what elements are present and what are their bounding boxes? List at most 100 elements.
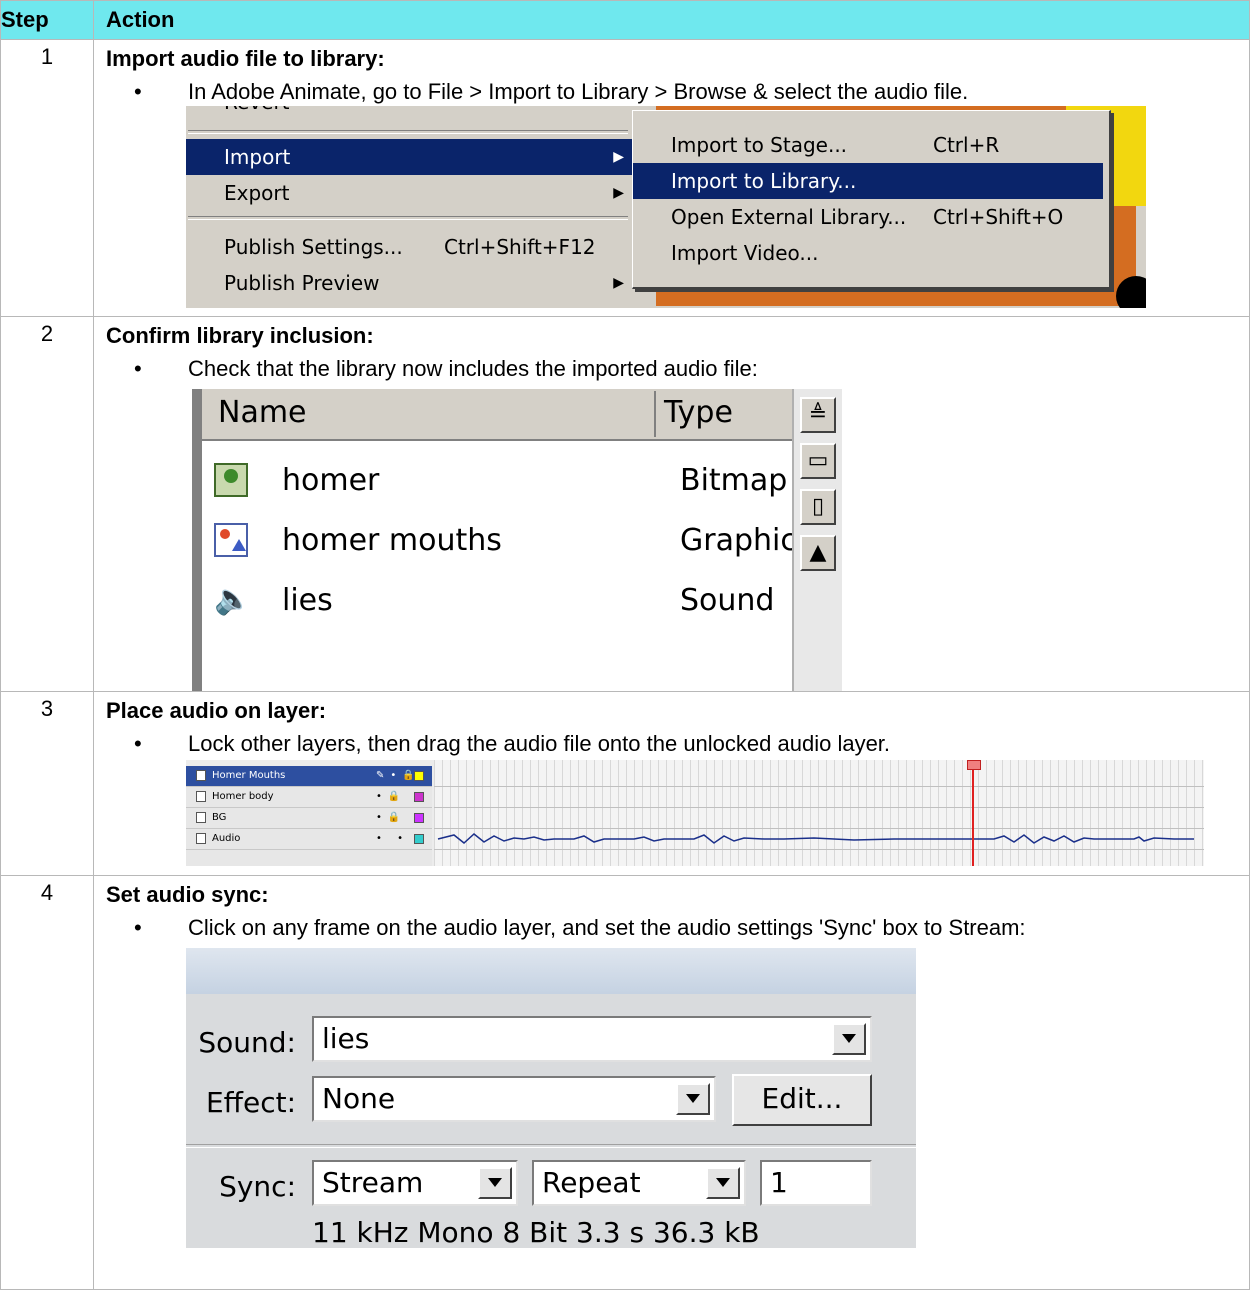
effect-dropdown[interactable]: None [312, 1076, 716, 1122]
menu-item-publish-preview[interactable]: Publish Preview ▶ [186, 265, 632, 301]
table-row: 2 Confirm library inclusion: Check that … [0, 316, 1250, 692]
layer-name: Audio [212, 833, 241, 844]
step-action-cell: Set audio sync: Click on any frame on th… [93, 875, 1250, 1290]
repeat-count-value: 1 [770, 1166, 788, 1199]
layer-row[interactable]: BG •🔒 [186, 808, 432, 829]
submenu-arrow-icon: ▶ [613, 149, 624, 165]
library-item[interactable]: 🔈 lies Sound [202, 571, 792, 631]
chevron-down-icon[interactable] [676, 1083, 710, 1115]
menu-item-export[interactable]: Export ▶ [186, 175, 632, 211]
chevron-down-icon[interactable] [706, 1167, 740, 1199]
scroll-up-icon[interactable]: ▲ [800, 535, 836, 571]
step-number: 1 [0, 39, 94, 317]
sound-dropdown[interactable]: lies [312, 1016, 872, 1062]
library-header: Name Type [202, 389, 792, 441]
submenu-item-import-video[interactable]: Import Video... [633, 235, 1103, 271]
repeat-dropdown[interactable]: Repeat [532, 1160, 746, 1206]
frame-row[interactable] [434, 808, 1204, 829]
layer-name: BG [212, 812, 227, 823]
frame-row[interactable] [434, 766, 1204, 787]
bullet-text: Click on any frame on the audio layer, a… [188, 915, 1026, 940]
sync-dropdown-value: Stream [322, 1166, 424, 1199]
layer-name: Homer Mouths [212, 770, 286, 781]
library-item[interactable]: homer mouths Graphic [202, 511, 797, 571]
header-action: Action [93, 0, 1250, 40]
step-action-cell: Import audio file to library: In Adobe A… [93, 39, 1250, 317]
sound-label: Sound: [198, 1026, 296, 1059]
import-submenu: Import to Stage... Ctrl+R Import to Libra… [632, 110, 1111, 289]
menu-item-label: Publish Preview [224, 271, 380, 295]
submenu-arrow-icon: ▶ [613, 275, 624, 291]
library-scrollbar[interactable]: ≜ ▭ ▯ ▲ [792, 389, 842, 691]
sort-order-icon[interactable]: ≜ [800, 397, 836, 433]
step-number: 2 [0, 316, 94, 692]
layer-row[interactable]: Homer body •🔒 [186, 787, 432, 808]
layer-icon [196, 791, 206, 802]
step-bullet: Click on any frame on the audio layer, a… [134, 914, 1249, 942]
playhead[interactable] [972, 760, 974, 866]
column-header-name[interactable]: Name [218, 395, 307, 430]
library-item[interactable]: homer Bitmap [202, 451, 792, 511]
layer-color-swatch [414, 813, 424, 823]
timeline-screenshot: Homer Mouths ✎•🔒 Homer body •🔒 BG •🔒 Aud… [186, 760, 1204, 866]
graphic-icon [214, 523, 248, 557]
menu-item-label: Import to Library... [671, 169, 857, 193]
submenu-item-import-to-library[interactable]: Import to Library... [633, 163, 1103, 199]
sound-dropdown-value: lies [322, 1022, 370, 1055]
step-title: Import audio file to library: [106, 46, 385, 71]
menu-item-import[interactable]: Import ▶ [186, 139, 632, 175]
layer-color-swatch [414, 834, 424, 844]
effect-dropdown-value: None [322, 1082, 396, 1115]
layer-name: Homer body [212, 791, 274, 802]
layer-icon [196, 812, 206, 823]
library-screenshot: Name Type homer Bitmap homer mouths Grap… [192, 389, 850, 691]
menu-item-revert[interactable]: Revert [186, 106, 632, 120]
menu-item-shortcut: Ctrl+Shift+F12 [444, 235, 596, 259]
narrow-view-icon[interactable]: ▯ [800, 489, 836, 525]
layer-controls[interactable]: •🔒 [376, 787, 406, 807]
sync-label: Sync: [219, 1170, 296, 1203]
chevron-down-icon[interactable] [478, 1167, 512, 1199]
bullet-icon [134, 730, 188, 758]
menu-item-publish-settings[interactable]: Publish Settings... Ctrl+Shift+F12 [186, 229, 632, 265]
layer-row[interactable]: Audio • • [186, 829, 432, 850]
repeat-count-input[interactable]: 1 [760, 1160, 872, 1206]
sound-info-text: 11 kHz Mono 8 Bit 3.3 s 36.3 kB [312, 1216, 760, 1248]
submenu-item-open-external-library[interactable]: Open External Library... Ctrl+Shift+O [633, 199, 1103, 235]
layer-color-swatch [414, 792, 424, 802]
column-header-type[interactable]: Type [664, 395, 733, 430]
library-item-type: Bitmap [680, 463, 788, 498]
repeat-dropdown-value: Repeat [542, 1166, 641, 1199]
header-step: Step [0, 0, 94, 40]
menu-item-label: Open External Library... [671, 205, 907, 229]
bullet-icon [134, 355, 188, 383]
edit-button[interactable]: Edit... [732, 1074, 872, 1126]
layer-controls[interactable]: •🔒 [376, 808, 406, 828]
bullet-icon [134, 914, 188, 942]
table-header-row: Step Action [0, 0, 1250, 40]
step-bullet: Lock other layers, then drag the audio f… [134, 730, 1249, 758]
menu-item-label: Import [224, 145, 291, 169]
menu-screenshot: Revert Import ▶ Export ▶ Publish Settings.… [186, 106, 1146, 308]
layer-row[interactable]: Homer Mouths ✎•🔒 [186, 766, 432, 787]
menu-item-label: Publish Settings... [224, 235, 403, 259]
table-row: 1 Import audio file to library: In Adobe… [0, 39, 1250, 317]
table-row: 4 Set audio sync: Click on any frame on … [0, 875, 1250, 1290]
steps-table: Step Action 1 Import audio file to libra… [0, 0, 1250, 1290]
column-divider [654, 391, 656, 437]
timeline-frames[interactable] [434, 760, 1204, 866]
sync-dropdown[interactable]: Stream [312, 1160, 518, 1206]
playhead-handle[interactable] [967, 760, 981, 770]
layer-controls[interactable]: • • [376, 829, 409, 849]
effect-label: Effect: [205, 1086, 296, 1119]
frame-row[interactable] [434, 829, 1204, 850]
library-item-name: lies [282, 583, 333, 618]
submenu-item-import-to-stage[interactable]: Import to Stage... Ctrl+R [633, 127, 1103, 163]
step-title: Place audio on layer: [106, 698, 327, 723]
menu-item-shortcut: Ctrl+R [933, 133, 1000, 157]
step-number: 4 [0, 875, 94, 1290]
sound-icon: 🔈 [214, 582, 252, 617]
chevron-down-icon[interactable] [832, 1023, 866, 1055]
wide-view-icon[interactable]: ▭ [800, 443, 836, 479]
frame-row[interactable] [434, 787, 1204, 808]
